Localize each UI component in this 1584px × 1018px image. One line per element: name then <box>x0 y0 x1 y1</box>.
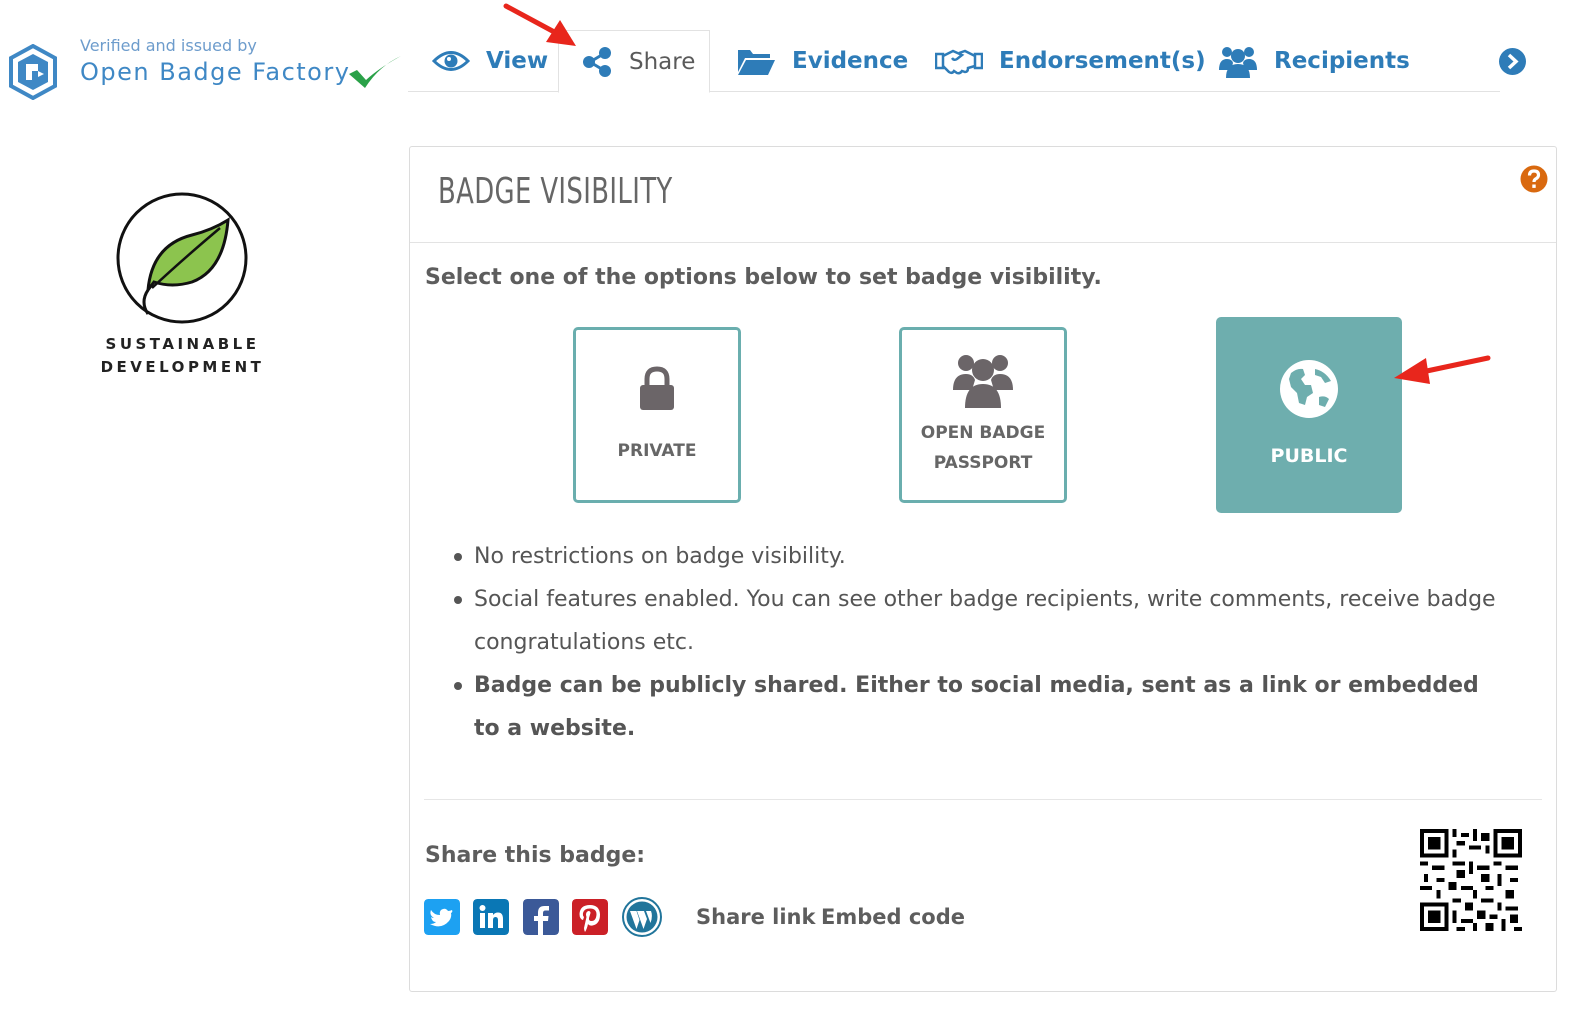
facebook-icon[interactable] <box>523 899 559 935</box>
badge-caption-line1: SUSTAINABLE <box>105 335 260 353</box>
users-icon <box>1219 47 1257 78</box>
obf-cube-icon <box>9 44 57 100</box>
twitter-icon[interactable] <box>424 899 460 935</box>
section-divider <box>424 799 1542 800</box>
issuer-name: Open Badge Factory <box>80 58 351 86</box>
tab-share-label: Share <box>629 48 696 75</box>
badge-leaf-image <box>116 192 248 324</box>
option-passport-label-line1: OPEN BADGE <box>920 423 1046 443</box>
list-item: Badge can be publicly shared. Either to … <box>454 664 1504 750</box>
badge-caption-line2: DEVELOPMENT <box>100 358 265 376</box>
globe-icon <box>1280 360 1338 418</box>
folder-open-icon <box>738 50 775 75</box>
panel-header: BADGE VISIBILITY <box>410 147 1556 243</box>
badge-caption: SUSTAINABLE DEVELOPMENT <box>90 333 275 379</box>
option-public-label: PUBLIC <box>1270 445 1348 467</box>
qr-code-icon[interactable] <box>1420 829 1522 931</box>
pinterest-icon[interactable] <box>572 899 608 935</box>
share-icon <box>583 46 611 77</box>
share-link-button[interactable]: Share link <box>696 905 815 929</box>
option-passport-label-line2: PASSPORT <box>933 453 1033 473</box>
help-icon[interactable] <box>1520 165 1548 193</box>
option-private-label: PRIVATE <box>617 441 697 461</box>
issuer-brand: Verified and issued by Open Badge Factor… <box>8 34 403 104</box>
list-item: Social features enabled. You can see oth… <box>454 578 1504 664</box>
wordpress-icon[interactable] <box>622 897 662 937</box>
annotation-arrow-share <box>503 3 576 46</box>
handshake-icon <box>935 49 983 75</box>
tab-view-label: View <box>486 48 549 74</box>
list-item: No restrictions on badge visibility. <box>454 535 1504 578</box>
tab-recipients-label: Recipients <box>1274 48 1410 74</box>
embed-code-button[interactable]: Embed code <box>821 905 965 929</box>
tab-evidence[interactable]: Evidence <box>736 30 908 92</box>
visibility-option-passport[interactable]: OPEN BADGE PASSPORT <box>899 327 1067 503</box>
visibility-option-public[interactable]: PUBLIC <box>1216 317 1402 513</box>
eye-icon <box>432 51 470 71</box>
tab-recipients[interactable]: Recipients <box>1218 30 1410 92</box>
visibility-details-list: No restrictions on badge visibility. Soc… <box>454 535 1504 750</box>
tab-evidence-label: Evidence <box>792 48 909 74</box>
users-icon <box>953 355 1013 408</box>
lock-icon <box>640 366 674 410</box>
badge-visibility-panel: BADGE VISIBILITY Select one of the optio… <box>409 146 1557 992</box>
visibility-instruction: Select one of the options below to set b… <box>425 265 1102 290</box>
option-passport-label: OPEN BADGE PASSPORT <box>921 418 1045 478</box>
annotation-arrow-public <box>1394 355 1491 384</box>
panel-title: BADGE VISIBILITY <box>438 171 673 212</box>
share-title: Share this badge: <box>425 843 646 868</box>
tab-endorsements[interactable]: Endorsement(s) <box>935 30 1206 92</box>
green-check-icon <box>349 56 401 88</box>
visibility-option-private[interactable]: PRIVATE <box>573 327 741 503</box>
verified-text: Verified and issued by <box>80 36 257 55</box>
next-tabs-chevron-icon[interactable] <box>1498 47 1527 76</box>
tab-endorsements-label: Endorsement(s) <box>999 48 1206 74</box>
linkedin-icon[interactable] <box>473 899 509 935</box>
